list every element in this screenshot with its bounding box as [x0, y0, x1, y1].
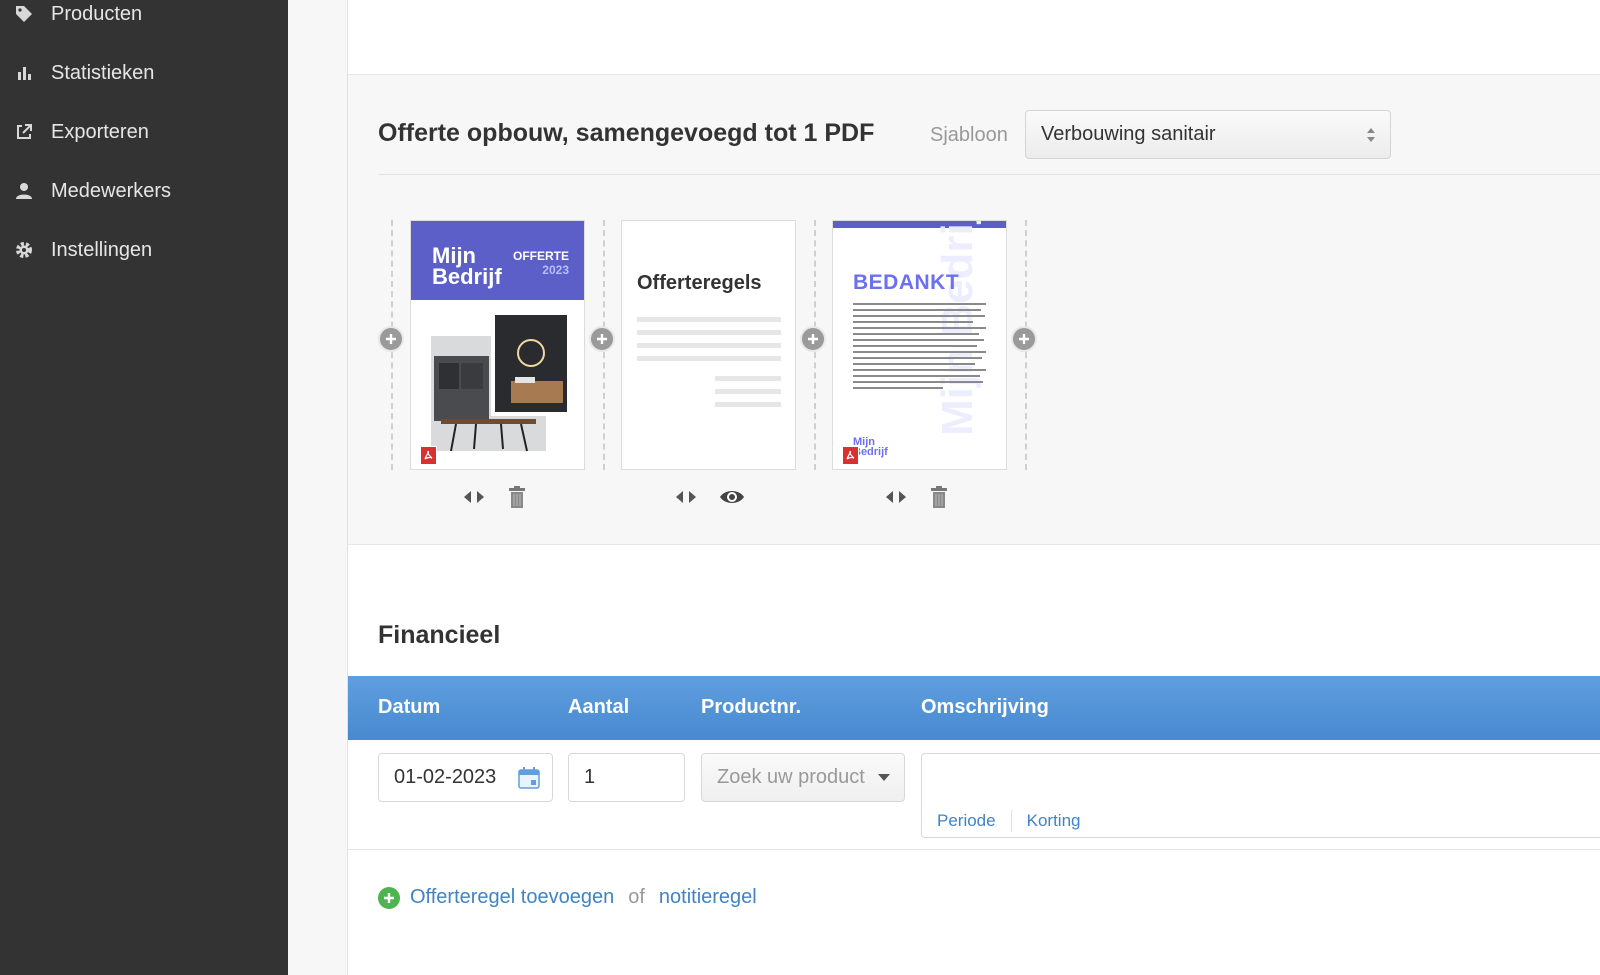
sidebar-item-producten[interactable]: Producten [0, 0, 288, 34]
sidebar-item-label: Statistieken [51, 61, 155, 84]
placeholder-line [637, 343, 781, 348]
sidebar-item-label: Producten [51, 2, 143, 25]
page-tools-thanks [885, 485, 947, 513]
tag-icon [14, 4, 34, 24]
page-thumbnail-cover[interactable]: Mijn Bedrijf OFFERTE 2023 [410, 220, 585, 470]
financial-title: Financieel [378, 621, 501, 649]
insert-page-button[interactable] [589, 326, 615, 352]
column-header-aantal: Aantal [568, 696, 630, 718]
top-strip [348, 0, 1600, 75]
thanks-title: BEDANKT [853, 271, 960, 294]
column-header-datum: Datum [378, 696, 441, 718]
add-quote-line-link[interactable]: Offerteregel toevoegen [410, 886, 614, 909]
description-links: Periode Korting [937, 810, 1080, 832]
table-row: 01-02-2023 1 Zoek uw product Periode Kor… [348, 740, 1600, 850]
cover-offer-label: OFFERTE [513, 249, 569, 263]
add-circle-icon[interactable] [378, 886, 400, 909]
column-header-productnr: Productnr. [701, 696, 802, 718]
date-input[interactable]: 01-02-2023 [378, 753, 553, 802]
quote-lines-title: Offerteregels [637, 272, 762, 294]
plus-icon [597, 334, 607, 344]
gear-icon [14, 240, 34, 260]
periode-link[interactable]: Periode [937, 811, 996, 831]
sidebar-item-label: Exporteren [51, 120, 149, 143]
cover-brand-line2: Bedrijf [432, 264, 502, 289]
sidebar-item-medewerkers[interactable]: Medewerkers [0, 171, 288, 211]
add-line-bar: Offerteregel toevoegen of notitieregel [378, 886, 757, 909]
placeholder-line [715, 376, 781, 381]
insert-page-button[interactable] [800, 326, 826, 352]
preview-page-button[interactable] [719, 488, 745, 511]
sidebar-item-label: Instellingen [51, 238, 153, 261]
trash-icon [931, 485, 947, 508]
eye-icon [720, 490, 744, 503]
plus-icon [1019, 334, 1029, 344]
move-handle[interactable] [463, 490, 485, 509]
move-arrows-icon [464, 490, 484, 503]
placeholder-line [715, 389, 781, 394]
page-tools-cover [463, 485, 525, 513]
builder-title: Offerte opbouw, samengevoegd tot 1 PDF [378, 119, 875, 147]
delete-page-button[interactable] [509, 485, 525, 513]
financial-table-header: Datum Aantal Productnr. Omschrijving [348, 676, 1600, 740]
product-search-placeholder: Zoek uw product [717, 766, 865, 788]
placeholder-line [637, 356, 781, 361]
product-search-select[interactable]: Zoek uw product [701, 753, 905, 802]
cover-year: 2023 [542, 263, 569, 277]
page-tools-quote-lines [675, 487, 745, 511]
sidebar-item-label: Medewerkers [51, 179, 172, 202]
placeholder-line [637, 317, 781, 322]
builder-divider [378, 174, 1600, 175]
delete-page-button[interactable] [931, 485, 947, 513]
move-arrows-icon [886, 490, 906, 503]
chevron-down-icon [878, 774, 890, 781]
template-select[interactable]: Verbouwing sanitair [1025, 110, 1391, 159]
calendar-icon[interactable] [518, 767, 540, 789]
bar-chart-icon [14, 63, 34, 83]
korting-link[interactable]: Korting [1027, 811, 1081, 831]
user-icon [14, 181, 34, 201]
column-header-omschrijving: Omschrijving [921, 696, 1049, 718]
template-label: Sjabloon [930, 124, 1008, 146]
link-separator [1010, 810, 1012, 832]
description-field[interactable]: Periode Korting [921, 753, 1600, 838]
page-thumbnail-thanks[interactable]: Mijn Bedrijf BEDANKT Mijn Bedrijf [832, 220, 1007, 470]
bathroom-photo-icon [431, 311, 571, 452]
date-value: 01-02-2023 [394, 766, 497, 788]
template-select-value: Verbouwing sanitair [1041, 123, 1216, 145]
cover-brand: Mijn Bedrijf [432, 245, 502, 289]
add-note-line-link[interactable]: notitieregel [659, 886, 757, 909]
quote-builder: Offerte opbouw, samengevoegd tot 1 PDF S… [348, 75, 1600, 545]
placeholder-line [715, 402, 781, 407]
export-icon [14, 122, 34, 142]
placeholder-line [637, 330, 781, 335]
pdf-icon [842, 446, 859, 465]
sidebar-item-statistieken[interactable]: Statistieken [0, 53, 288, 93]
sidebar: Producten Statistieken Exporteren Medewe… [0, 0, 288, 975]
insert-page-button[interactable] [378, 326, 404, 352]
page-thumbnail-quote-lines[interactable]: Offerteregels [621, 220, 796, 470]
quantity-input[interactable]: 1 [568, 753, 685, 802]
sidebar-item-instellingen[interactable]: Instellingen [0, 230, 288, 270]
select-arrows-icon [1367, 128, 1375, 142]
cover-offer: OFFERTE 2023 [513, 249, 569, 277]
sidebar-item-exporteren[interactable]: Exporteren [0, 112, 288, 152]
insert-page-button[interactable] [1011, 326, 1037, 352]
quantity-value: 1 [584, 766, 596, 788]
thanks-body-text [853, 303, 988, 393]
plus-icon [808, 334, 818, 344]
move-arrows-icon [676, 490, 696, 503]
trash-icon [509, 485, 525, 508]
plus-icon [386, 334, 396, 344]
move-handle[interactable] [675, 490, 697, 509]
main-panel: Offerte opbouw, samengevoegd tot 1 PDF S… [347, 0, 1600, 975]
pdf-icon [420, 446, 437, 465]
or-text: of [628, 886, 645, 908]
move-handle[interactable] [885, 490, 907, 509]
